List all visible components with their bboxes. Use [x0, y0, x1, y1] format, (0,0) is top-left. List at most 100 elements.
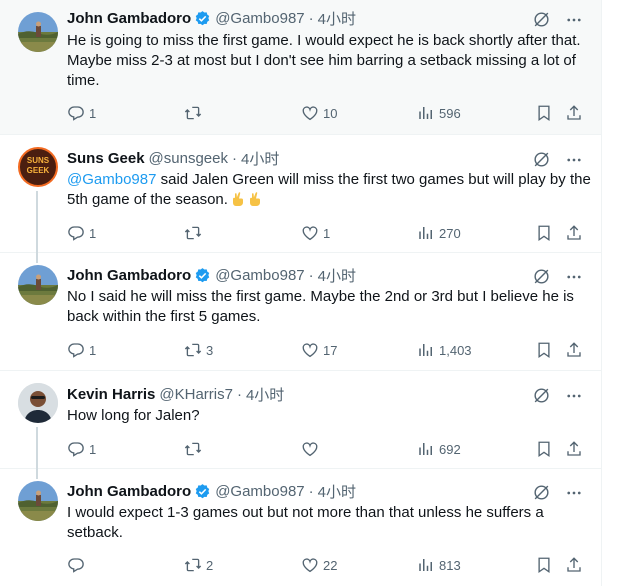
- heart-icon: [301, 341, 319, 359]
- avatar[interactable]: [18, 383, 58, 423]
- display-name[interactable]: John Gambadoro: [67, 267, 191, 284]
- bookmark-button[interactable]: [535, 103, 553, 123]
- reply-count: 1: [89, 105, 97, 121]
- person-avatar-icon: [18, 383, 58, 423]
- bookmark-button[interactable]: [535, 223, 553, 243]
- tweet[interactable]: SUNS GEEK Suns Geek @sunsgeek · 4小时 @Gam…: [0, 135, 601, 253]
- separator-dot: ·: [308, 9, 314, 27]
- timestamp[interactable]: 4小时: [246, 384, 284, 405]
- tweet[interactable]: Kevin Harris @KHarris7 · 4小时 How long fo…: [0, 371, 601, 469]
- grok-icon[interactable]: [532, 483, 551, 502]
- reply-button[interactable]: [67, 555, 89, 575]
- timestamp[interactable]: 4小时: [318, 265, 356, 286]
- handle[interactable]: @KHarris7: [159, 386, 233, 403]
- retweet-button[interactable]: [184, 223, 206, 243]
- retweet-button[interactable]: [184, 439, 206, 459]
- view-count: 692: [439, 441, 461, 457]
- retweet-button[interactable]: [184, 103, 206, 123]
- retweet-icon: [184, 341, 202, 359]
- more-icon[interactable]: [565, 387, 583, 405]
- views-button[interactable]: 596: [417, 103, 461, 123]
- grok-icon[interactable]: [532, 10, 551, 29]
- more-icon[interactable]: [565, 484, 583, 502]
- more-icon[interactable]: [565, 268, 583, 286]
- more-icon[interactable]: [565, 151, 583, 169]
- tweet-top-actions: [532, 150, 583, 169]
- crossed-fingers-emoji-icon: [250, 192, 261, 206]
- crossed-fingers-emoji-icon: [233, 192, 244, 206]
- reply-count: 1: [89, 342, 97, 358]
- avatar[interactable]: [18, 265, 58, 305]
- grok-icon[interactable]: [532, 267, 551, 286]
- timestamp[interactable]: 4小时: [318, 481, 356, 502]
- reply-icon: [67, 556, 85, 574]
- retweet-button[interactable]: 3: [184, 340, 213, 360]
- tweet[interactable]: John Gambadoro @Gambo987 · 4小时 I would e…: [0, 469, 601, 586]
- grok-icon[interactable]: [532, 150, 551, 169]
- reply-button[interactable]: 1: [67, 340, 96, 360]
- tweet-actions: 2 22 813: [67, 555, 587, 575]
- avatar[interactable]: [18, 12, 58, 52]
- heart-icon: [301, 440, 319, 458]
- right-margin: [602, 0, 637, 586]
- heart-icon: [301, 224, 319, 242]
- share-button[interactable]: [565, 555, 583, 575]
- bookmark-icon: [535, 556, 553, 574]
- grok-icon[interactable]: [532, 386, 551, 405]
- like-button[interactable]: 10: [301, 103, 337, 123]
- share-button[interactable]: [565, 223, 583, 243]
- like-button[interactable]: [301, 439, 323, 459]
- timestamp[interactable]: 4小时: [318, 8, 356, 29]
- views-button[interactable]: 1,403: [417, 340, 472, 360]
- display-name[interactable]: Kevin Harris: [67, 386, 155, 403]
- landscape-avatar-icon: [18, 265, 58, 305]
- share-button[interactable]: [565, 103, 583, 123]
- timestamp[interactable]: 4小时: [241, 148, 279, 169]
- view-count: 596: [439, 105, 461, 121]
- heart-icon: [301, 556, 319, 574]
- more-icon[interactable]: [565, 11, 583, 29]
- handle[interactable]: @Gambo987: [215, 267, 304, 284]
- tweet-header: John Gambadoro @Gambo987 · 4小时: [67, 481, 356, 501]
- reply-button[interactable]: 1: [67, 439, 96, 459]
- tweet-actions: 1 10 596: [67, 103, 587, 123]
- tweet[interactable]: John Gambadoro @Gambo987 · 4小时 He is goi…: [0, 0, 601, 135]
- views-button[interactable]: 813: [417, 555, 461, 575]
- handle[interactable]: @Gambo987: [215, 10, 304, 27]
- tweet[interactable]: John Gambadoro @Gambo987 · 4小时 No I said…: [0, 253, 601, 371]
- handle[interactable]: @Gambo987: [215, 483, 304, 500]
- avatar[interactable]: [18, 481, 58, 521]
- reply-button[interactable]: 1: [67, 103, 96, 123]
- retweet-button[interactable]: 2: [184, 555, 213, 575]
- bookmark-button[interactable]: [535, 340, 553, 360]
- display-name[interactable]: John Gambadoro: [67, 483, 191, 500]
- avatar[interactable]: SUNS GEEK: [18, 147, 58, 187]
- verified-badge-icon[interactable]: [194, 483, 211, 500]
- views-button[interactable]: 270: [417, 223, 461, 243]
- like-count: 10: [323, 105, 338, 121]
- mention-link[interactable]: @Gambo987: [67, 171, 156, 188]
- display-name[interactable]: John Gambadoro: [67, 10, 191, 27]
- retweet-icon: [184, 104, 202, 122]
- separator-dot: ·: [308, 266, 314, 284]
- verified-badge-icon[interactable]: [194, 267, 211, 284]
- share-button[interactable]: [565, 439, 583, 459]
- like-button[interactable]: 1: [301, 223, 330, 243]
- handle[interactable]: @sunsgeek: [149, 150, 228, 167]
- bookmark-icon: [535, 104, 553, 122]
- verified-badge-icon[interactable]: [194, 10, 211, 27]
- reply-icon: [67, 341, 85, 359]
- like-button[interactable]: 22: [301, 555, 337, 575]
- bookmark-button[interactable]: [535, 439, 553, 459]
- reply-button[interactable]: 1: [67, 223, 96, 243]
- share-button[interactable]: [565, 340, 583, 360]
- tweet-text: No I said he will miss the first game. M…: [67, 288, 574, 325]
- thread-line: [36, 191, 38, 253]
- like-button[interactable]: 17: [301, 340, 337, 360]
- suns-geek-logo: SUNS GEEK: [26, 156, 50, 175]
- bookmark-button[interactable]: [535, 555, 553, 575]
- share-icon: [565, 440, 583, 458]
- views-button[interactable]: 692: [417, 439, 461, 459]
- tweet-header: John Gambadoro @Gambo987 · 4小时: [67, 8, 356, 28]
- display-name[interactable]: Suns Geek: [67, 150, 145, 167]
